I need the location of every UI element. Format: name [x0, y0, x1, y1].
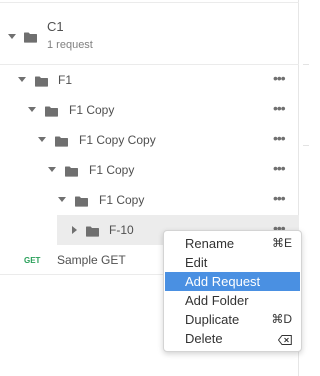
edge-divider [303, 145, 309, 146]
caret-down-icon[interactable] [48, 167, 56, 172]
menu-item-add-request[interactable]: Add Request [165, 272, 300, 291]
caret-down-icon[interactable] [28, 107, 36, 112]
top-divider [0, 0, 299, 3]
folder-label: F1 Copy [99, 193, 145, 207]
menu-item-label: Add Folder [185, 293, 249, 308]
collection-request-count: 1 request [47, 39, 93, 51]
folder-row[interactable]: F1 Copy Copy ••• [0, 125, 299, 155]
folder-row[interactable]: F1 ••• [0, 65, 299, 95]
folder-label: F1 Copy [69, 103, 115, 117]
menu-item-label: Rename [185, 236, 235, 251]
collection-header[interactable]: C1 1 request [0, 4, 299, 64]
caret-down-icon[interactable] [58, 197, 66, 202]
edge-divider [303, 64, 309, 65]
more-options-icon[interactable]: ••• [273, 71, 286, 85]
caret-down-icon[interactable] [8, 34, 16, 39]
context-menu: Rename ⌘E Edit Add Request Add Folder Du… [163, 230, 302, 352]
folder-label: F-10 [109, 223, 134, 237]
menu-item-add-folder[interactable]: Add Folder [165, 291, 300, 310]
folder-label: F1 [58, 73, 73, 87]
folder-icon [24, 30, 37, 48]
folder-icon [65, 164, 78, 182]
folder-icon [55, 134, 68, 152]
folder-icon [75, 194, 88, 212]
menu-item-rename[interactable]: Rename ⌘E [165, 234, 300, 253]
backspace-icon [277, 333, 292, 348]
folder-icon [45, 104, 58, 122]
menu-item-label: Duplicate [185, 312, 240, 327]
collection-name: C1 [47, 19, 64, 34]
caret-right-icon[interactable] [72, 226, 77, 234]
shortcut-label: ⌘D [271, 312, 292, 326]
menu-item-label: Edit [185, 255, 208, 270]
folder-icon [35, 74, 48, 92]
menu-item-delete[interactable]: Delete [165, 329, 300, 348]
menu-item-duplicate[interactable]: Duplicate ⌘D [165, 310, 300, 329]
method-badge: GET [24, 256, 41, 265]
caret-down-icon[interactable] [18, 77, 26, 82]
request-name: Sample GET [57, 253, 126, 267]
caret-down-icon[interactable] [38, 137, 46, 142]
folder-label: F1 Copy [89, 163, 135, 177]
more-options-icon[interactable]: ••• [273, 101, 286, 115]
folder-label: F1 Copy Copy [79, 133, 156, 147]
folder-row[interactable]: F1 Copy ••• [0, 155, 299, 185]
more-options-icon[interactable]: ••• [273, 191, 286, 205]
more-options-icon[interactable]: ••• [273, 161, 286, 175]
menu-item-edit[interactable]: Edit [165, 253, 300, 272]
folder-row[interactable]: F1 Copy ••• [0, 185, 299, 215]
menu-item-label: Delete [185, 331, 223, 346]
folder-row[interactable]: F1 Copy ••• [0, 95, 299, 125]
more-options-icon[interactable]: ••• [273, 131, 286, 145]
shortcut-label: ⌘E [271, 236, 292, 250]
menu-item-label: Add Request [185, 274, 261, 289]
folder-icon [86, 224, 99, 242]
